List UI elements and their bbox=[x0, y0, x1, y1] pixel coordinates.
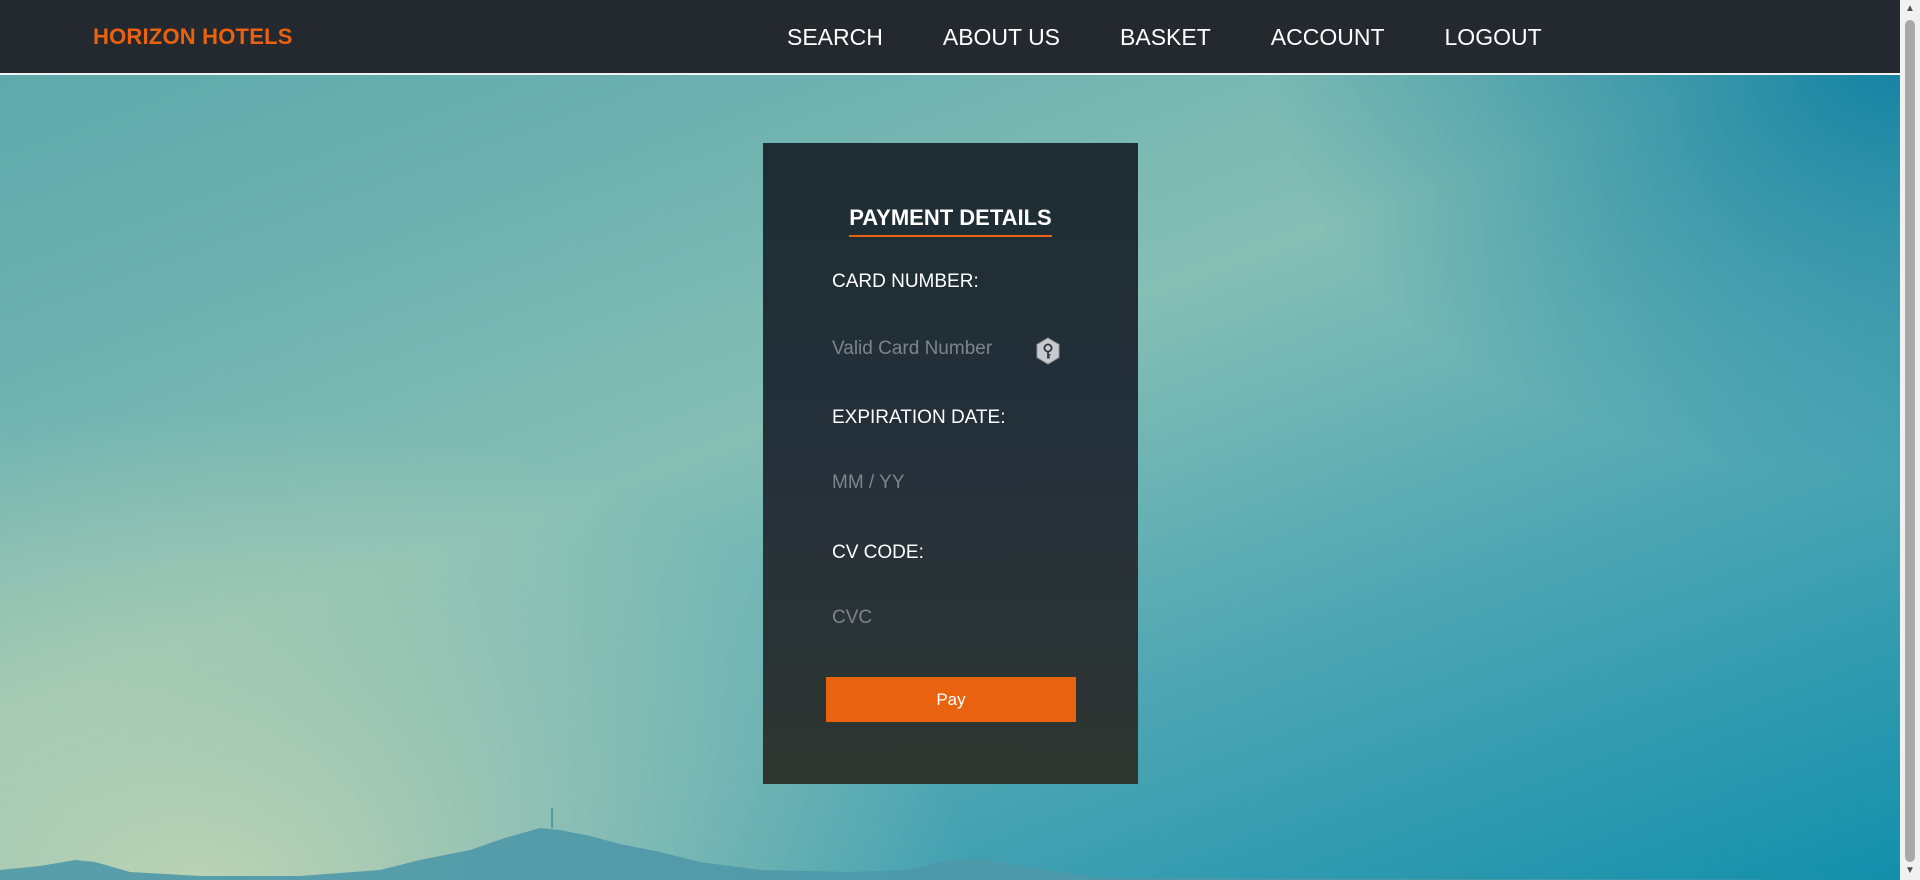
nav-item-logout[interactable]: LOGOUT bbox=[1445, 24, 1542, 51]
scroll-up-arrow-icon[interactable]: ▲ bbox=[1900, 0, 1920, 18]
nav-item-about-us[interactable]: ABOUT US bbox=[943, 24, 1060, 51]
page-scrollbar[interactable]: ▲ ▼ bbox=[1900, 0, 1920, 880]
cvc-label: CV CODE: bbox=[832, 542, 924, 563]
scroll-thumb[interactable] bbox=[1905, 20, 1915, 862]
top-navbar: HORIZON HOTELS SEARCH ABOUT US BASKET AC… bbox=[0, 0, 1900, 75]
nav-item-search[interactable]: SEARCH bbox=[787, 24, 883, 51]
nav-menu: SEARCH ABOUT US BASKET ACCOUNT LOGOUT bbox=[787, 24, 1542, 51]
expiration-date-input[interactable] bbox=[830, 466, 1054, 500]
key-icon[interactable] bbox=[1033, 336, 1063, 366]
payment-title: PAYMENT DETAILS bbox=[763, 205, 1138, 237]
mountains-silhouette bbox=[0, 808, 1900, 880]
nav-item-basket[interactable]: BASKET bbox=[1120, 24, 1211, 51]
nav-item-account[interactable]: ACCOUNT bbox=[1271, 24, 1385, 51]
payment-form: PAYMENT DETAILS CARD NUMBER: EXPIRATION … bbox=[763, 143, 1138, 784]
card-number-label: CARD NUMBER: bbox=[832, 271, 979, 292]
card-number-input[interactable] bbox=[830, 332, 1054, 366]
brand-logo[interactable]: HORIZON HOTELS bbox=[93, 24, 293, 50]
cvc-input[interactable] bbox=[830, 601, 1054, 635]
payment-title-text: PAYMENT DETAILS bbox=[849, 205, 1052, 237]
expiration-date-label: EXPIRATION DATE: bbox=[832, 407, 1006, 428]
pay-button[interactable]: Pay bbox=[826, 677, 1076, 722]
scroll-down-arrow-icon[interactable]: ▼ bbox=[1900, 862, 1920, 880]
